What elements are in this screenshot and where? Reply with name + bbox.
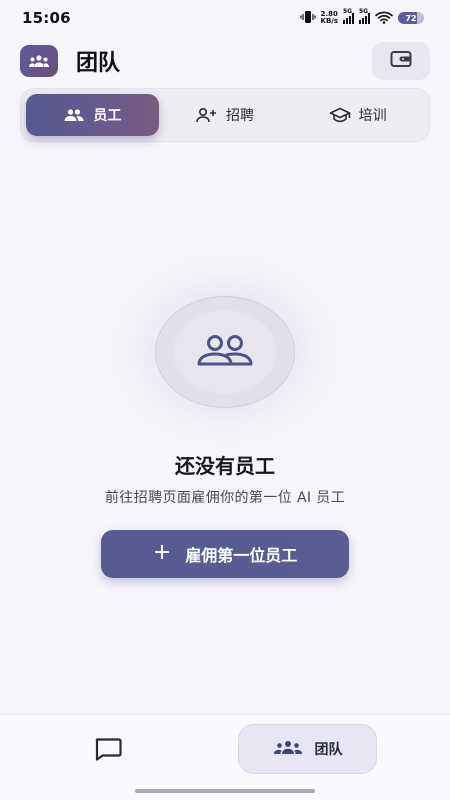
battery-level: 72 xyxy=(405,13,417,23)
hire-first-employee-button[interactable]: + 雇佣第一位员工 xyxy=(101,530,349,578)
empty-state-illustration xyxy=(155,296,295,408)
person-add-icon xyxy=(196,107,218,123)
wifi-icon xyxy=(375,9,393,28)
team-icon xyxy=(273,740,303,758)
signal-1-label: 5G xyxy=(343,8,353,15)
graduation-cap-icon xyxy=(329,107,351,123)
nav-team-label: 团队 xyxy=(314,742,343,758)
team-icon xyxy=(20,45,58,77)
tab-recruit-label: 招聘 xyxy=(226,108,254,124)
people-outline-icon xyxy=(196,334,254,370)
page-title: 团队 xyxy=(76,51,121,76)
app-header: 团队 xyxy=(0,36,450,86)
empty-state-inner xyxy=(173,310,277,394)
battery-icon: 72 xyxy=(398,12,424,24)
tab-recruit[interactable]: 招聘 xyxy=(159,94,292,136)
status-bar: 15:06 2.80 KB/s 5G 5G 72 xyxy=(0,0,450,36)
chat-icon xyxy=(94,737,122,765)
nav-team-button[interactable]: 团队 xyxy=(238,724,377,774)
empty-state-subtitle: 前往招聘页面雇佣你的第一位 AI 员工 xyxy=(104,490,346,506)
hire-button-label: 雇佣第一位员工 xyxy=(185,546,298,565)
net-speed-unit: KB/s xyxy=(320,17,338,25)
signal-1-icon: 5G xyxy=(343,8,354,24)
bottom-nav: 团队 xyxy=(0,714,450,800)
status-time: 15:06 xyxy=(22,9,71,27)
nav-chat-button[interactable] xyxy=(88,733,128,769)
plus-icon: + xyxy=(152,540,172,565)
status-icons: 2.80 KB/s 5G 5G 72 xyxy=(299,8,424,28)
net-speed: 2.80 KB/s xyxy=(321,11,338,25)
signal-2-label: 5G xyxy=(359,8,369,15)
empty-state-title: 还没有员工 xyxy=(175,454,275,478)
tab-training[interactable]: 培训 xyxy=(291,94,424,136)
wallet-button[interactable] xyxy=(372,42,430,80)
tab-staff[interactable]: 员工 xyxy=(26,94,159,136)
signal-2-icon: 5G xyxy=(359,8,370,24)
vibrate-icon xyxy=(299,9,316,28)
home-indicator[interactable] xyxy=(135,789,315,793)
segmented-tabs: 员工 招聘 培训 xyxy=(20,88,430,142)
tab-staff-label: 员工 xyxy=(93,108,122,124)
wallet-icon xyxy=(390,50,412,72)
tab-training-label: 培训 xyxy=(358,108,387,124)
people-icon xyxy=(63,107,85,123)
